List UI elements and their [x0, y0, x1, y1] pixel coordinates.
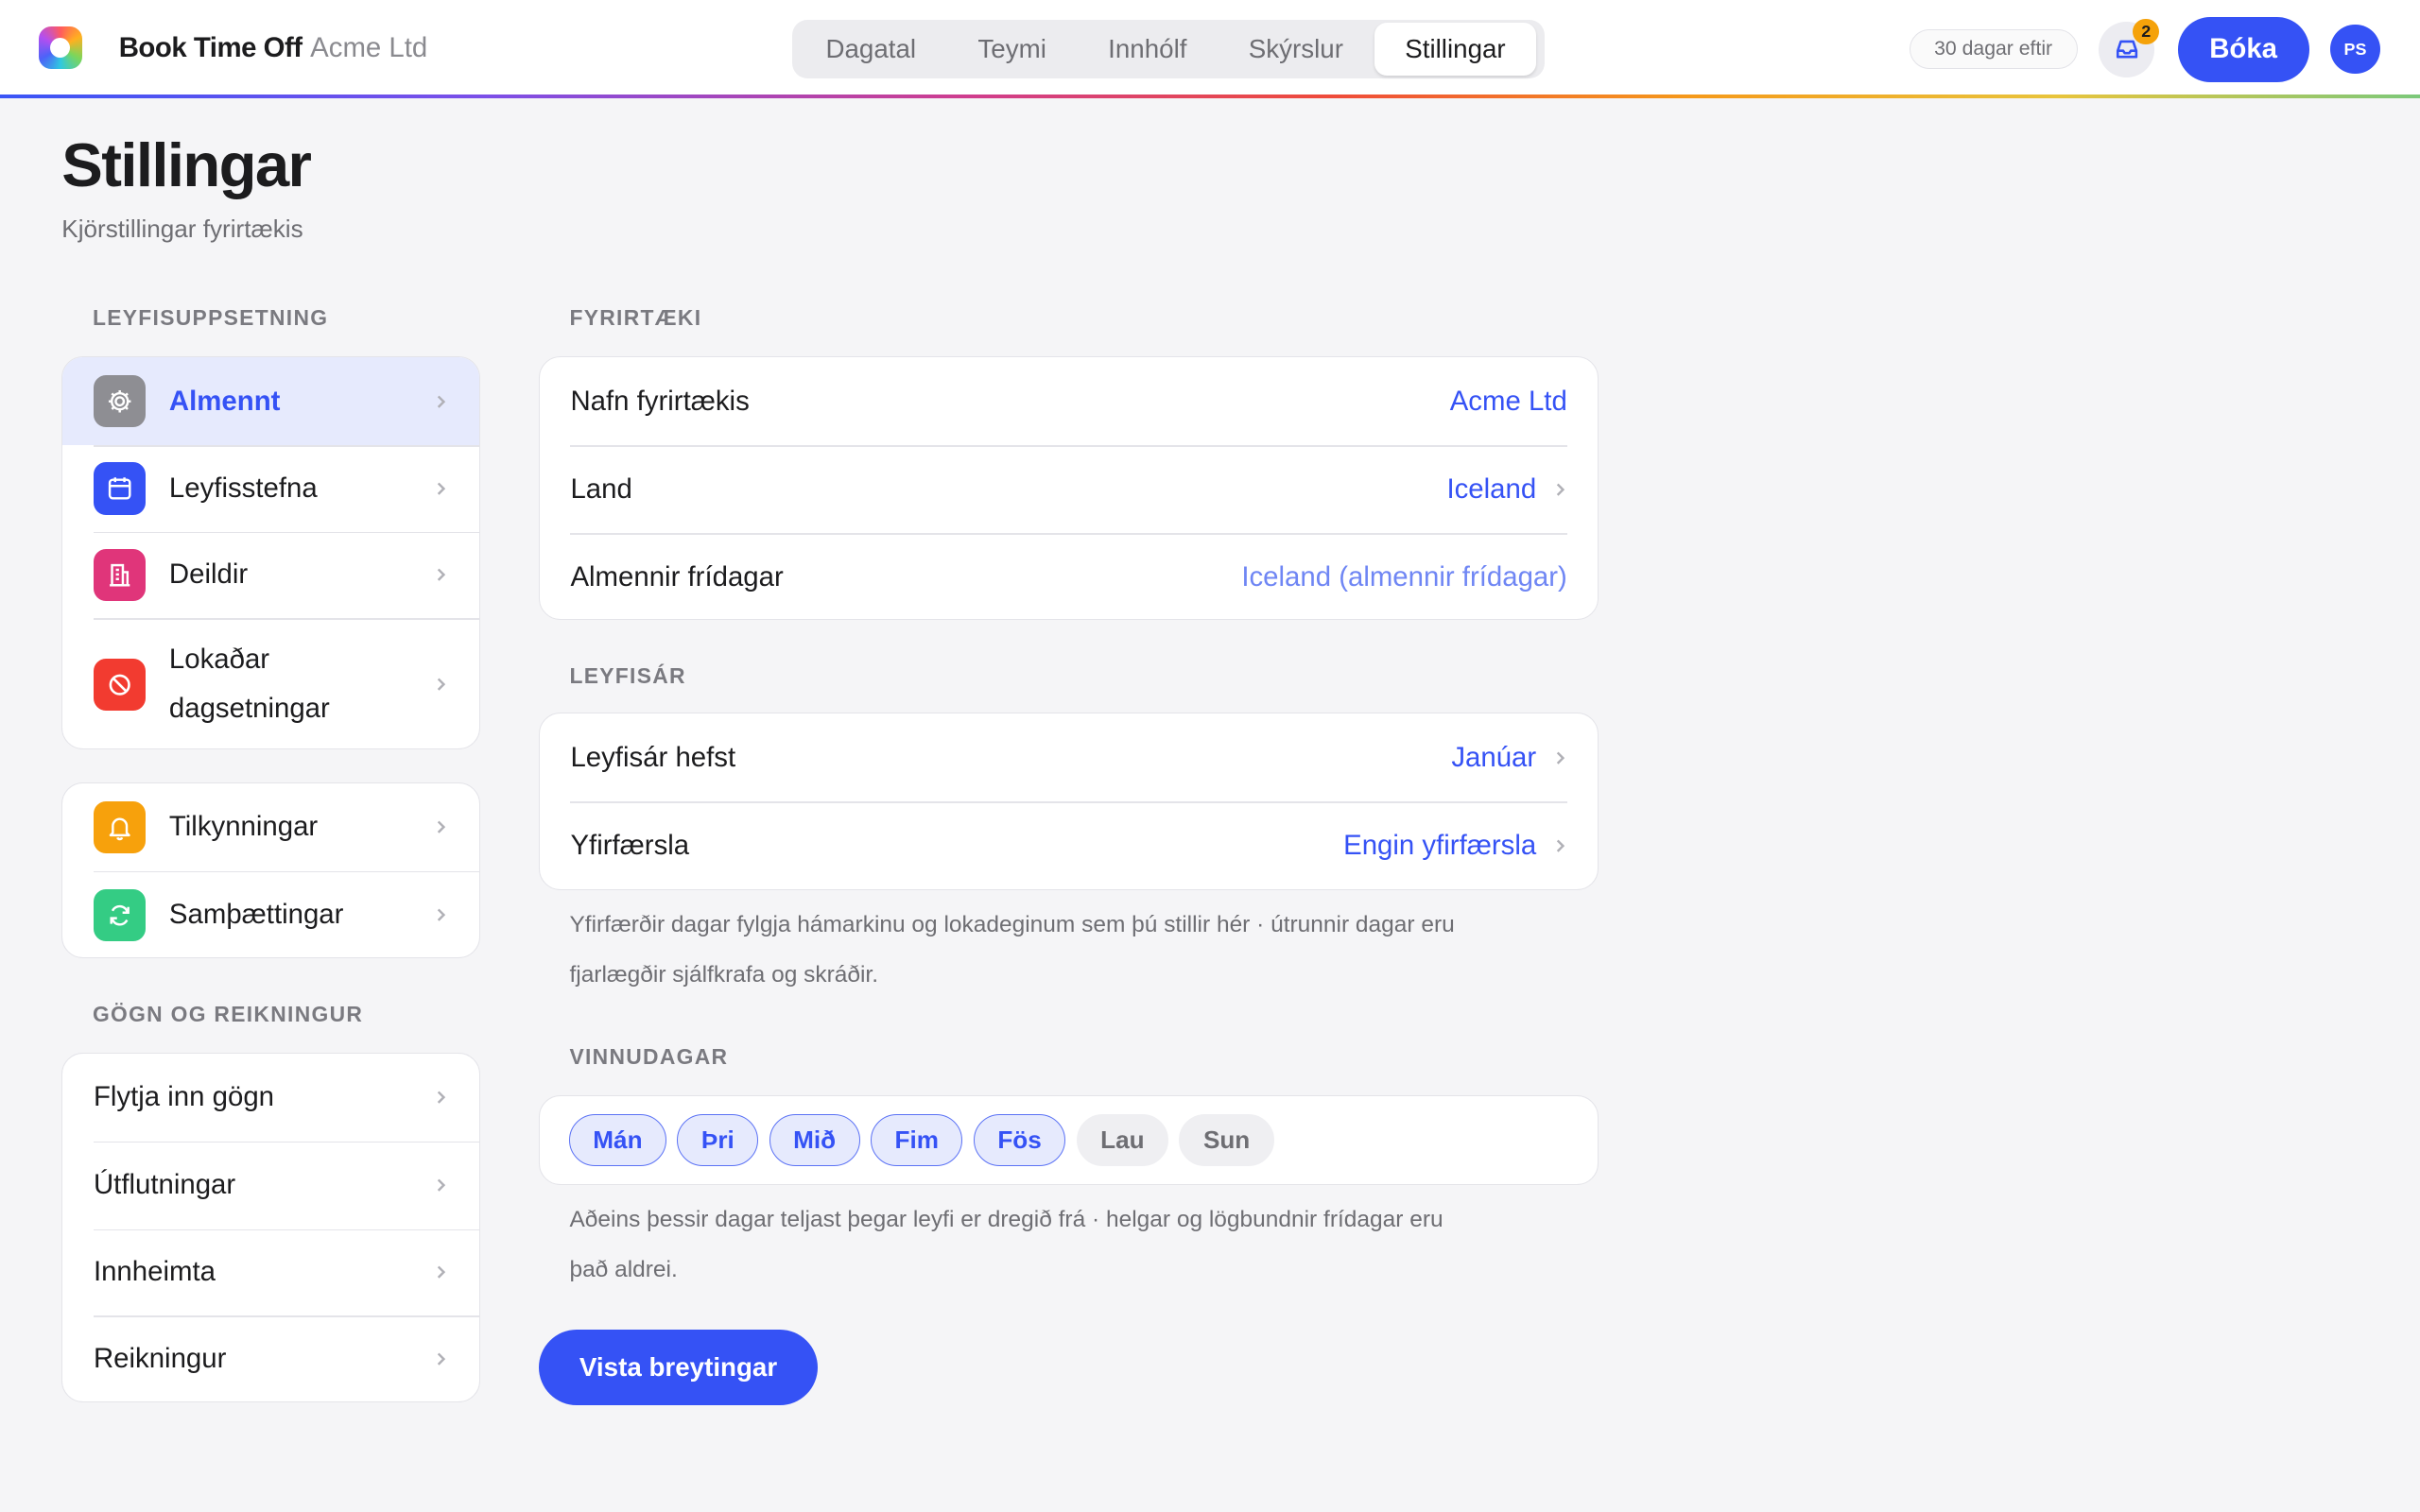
sidebar-item-exports[interactable]: Útflutningar — [62, 1141, 479, 1229]
chevron-right-icon — [1556, 839, 1564, 852]
company-name-value: Acme Ltd — [1449, 385, 1567, 417]
gear-icon — [93, 374, 147, 428]
section-leave-year: LEYFISÁR — [569, 663, 686, 689]
chevron-right-icon — [437, 908, 445, 921]
day-chip-mon[interactable]: Mán — [568, 1113, 667, 1167]
inbox-count-badge: 2 — [2133, 18, 2160, 45]
sidebar-section-leave-setup: LEYFISUPPSETNING — [92, 305, 329, 331]
tab-stillingar[interactable]: Stillingar — [1374, 23, 1537, 76]
top-bar: Book Time Off Acme Ltd Dagatal Teymi Inn… — [0, 0, 2420, 96]
carryover-help-text: Yfirfærðir dagar fylgja hámarkinu og lok… — [569, 912, 1455, 988]
workdays-card: Mán Þri Mið Fim Fös Lau Sun — [538, 1095, 1599, 1185]
row-label: Leyfisár hefst — [570, 741, 736, 773]
row-label: Almennir frídagar — [570, 560, 784, 593]
country-value: Iceland — [1446, 472, 1537, 505]
chevron-right-icon — [437, 1178, 445, 1192]
leave-year-start-value: Janúar — [1451, 741, 1537, 773]
days-left-badge: 30 dagar eftir — [1909, 29, 2078, 70]
section-company: FYRIRTÆKI — [569, 305, 702, 331]
chevron-right-icon — [437, 820, 445, 833]
org-name: Acme Ltd — [310, 32, 428, 64]
sidebar-item-deildir[interactable]: Deildir — [62, 531, 479, 618]
carryover-row[interactable]: Yfirfærsla Engin yfirfærsla — [540, 801, 1599, 889]
app-logo[interactable] — [38, 26, 82, 70]
sidebar-item-account[interactable]: Reikningur — [62, 1315, 479, 1401]
leave-year-card: Leyfisár hefst Janúar Yfirfærsla Engin y… — [538, 713, 1599, 891]
chevron-right-icon — [1556, 751, 1564, 765]
country-row[interactable]: Land Iceland — [540, 445, 1599, 533]
sidebar-item-label: Deildir — [168, 558, 249, 591]
public-holidays-value: Iceland (almennir frídagar) — [1241, 560, 1567, 593]
chevron-right-icon — [437, 568, 445, 581]
row-label: Yfirfærsla — [570, 829, 690, 861]
company-card: Nafn fyrirtækis Acme Ltd Land Iceland Al… — [538, 356, 1599, 621]
day-chip-fri[interactable]: Fös — [973, 1113, 1066, 1167]
day-chip-thu[interactable]: Fim — [871, 1113, 963, 1167]
bell-icon — [93, 800, 147, 854]
sidebar-item-label: Lokaðar dagsetningar — [168, 644, 330, 725]
calendar-icon — [93, 462, 147, 515]
company-name-row[interactable]: Nafn fyrirtækis Acme Ltd — [540, 357, 1599, 445]
app-name: Book Time Off — [118, 32, 302, 64]
sidebar-item-label: Útflutningar — [93, 1168, 236, 1200]
tab-dagatal[interactable]: Dagatal — [795, 23, 947, 76]
chevron-right-icon — [437, 678, 445, 691]
blocked-icon — [93, 658, 147, 711]
header-accent-line — [0, 94, 2420, 99]
building-icon — [93, 548, 147, 602]
sidebar-item-lokadar-dagsetningar[interactable]: Lokaðar dagsetningar — [62, 618, 479, 748]
day-chip-sat[interactable]: Lau — [1076, 1113, 1169, 1167]
save-button[interactable]: Vista breytingar — [538, 1330, 819, 1406]
sidebar-item-leyfisstefna[interactable]: Leyfisstefna — [62, 445, 479, 531]
sidebar-group-data-account: Flytja inn gögn Útflutningar Innheimta R… — [61, 1052, 480, 1403]
chevron-right-icon — [437, 1265, 445, 1279]
workdays-help-text: Aðeins þessir dagar teljast þegar leyfi … — [569, 1207, 1443, 1282]
inbox-icon — [2116, 40, 2137, 59]
chevron-right-icon — [437, 395, 445, 408]
tab-innholf[interactable]: Innhólf — [1078, 23, 1219, 76]
sidebar-item-almennt[interactable]: Almennt — [62, 357, 479, 446]
chevron-right-icon — [1556, 483, 1564, 496]
chevron-right-icon — [437, 482, 445, 495]
sidebar-group-notifications: Tilkynningar Samþættingar — [61, 782, 480, 958]
sidebar-group-leave-setup: Almennt Leyfisstefna Deildir Lokaðar dag… — [61, 356, 480, 750]
tab-skyrslur[interactable]: Skýrslur — [1218, 23, 1374, 76]
sidebar-item-tilkynningar[interactable]: Tilkynningar — [62, 783, 478, 871]
inbox-button[interactable]: 2 — [2099, 18, 2160, 77]
sidebar-item-import-data[interactable]: Flytja inn gögn — [62, 1054, 478, 1142]
tab-teymi[interactable]: Teymi — [947, 23, 1078, 76]
day-chip-sun[interactable]: Sun — [1179, 1113, 1274, 1167]
sidebar-section-data-account: GÖGN OG REIKNINGUR — [92, 1001, 364, 1026]
public-holidays-row[interactable]: Almennir frídagar Iceland (almennir fríd… — [540, 533, 1599, 619]
sidebar-item-label: Tilkynningar — [168, 811, 319, 843]
day-chip-tue[interactable]: Þri — [677, 1113, 759, 1167]
carryover-value: Engin yfirfærsla — [1343, 829, 1537, 861]
page-title: Stillingar — [61, 130, 312, 200]
leave-year-start-row[interactable]: Leyfisár hefst Janúar — [540, 713, 1599, 801]
day-chip-wed[interactable]: Mið — [769, 1113, 860, 1167]
avatar[interactable]: PS — [2330, 25, 2380, 75]
page-subtitle: Kjörstillingar fyrirtækis — [61, 214, 303, 243]
section-workdays: VINNUDAGAR — [569, 1044, 729, 1070]
book-button[interactable]: Bóka — [2177, 16, 2309, 82]
sidebar-item-label: Almennt — [168, 385, 281, 417]
sidebar-item-label: Innheimta — [93, 1256, 216, 1288]
chevron-right-icon — [437, 1353, 445, 1366]
sidebar-item-label: Leyfisstefna — [168, 472, 318, 504]
sync-icon — [93, 888, 147, 942]
sidebar-item-label: Samþættingar — [168, 899, 344, 931]
sidebar-item-billing[interactable]: Innheimta — [62, 1228, 479, 1315]
row-label: Nafn fyrirtækis — [570, 385, 750, 417]
chevron-right-icon — [437, 1091, 445, 1104]
main-nav: Dagatal Teymi Innhólf Skýrslur Stillinga… — [791, 20, 1546, 79]
sidebar-item-label: Reikningur — [93, 1343, 227, 1375]
sidebar-item-label: Flytja inn gögn — [93, 1080, 274, 1112]
sidebar-item-sampaettingar[interactable]: Samþættingar — [62, 870, 479, 957]
row-label: Land — [570, 472, 632, 505]
